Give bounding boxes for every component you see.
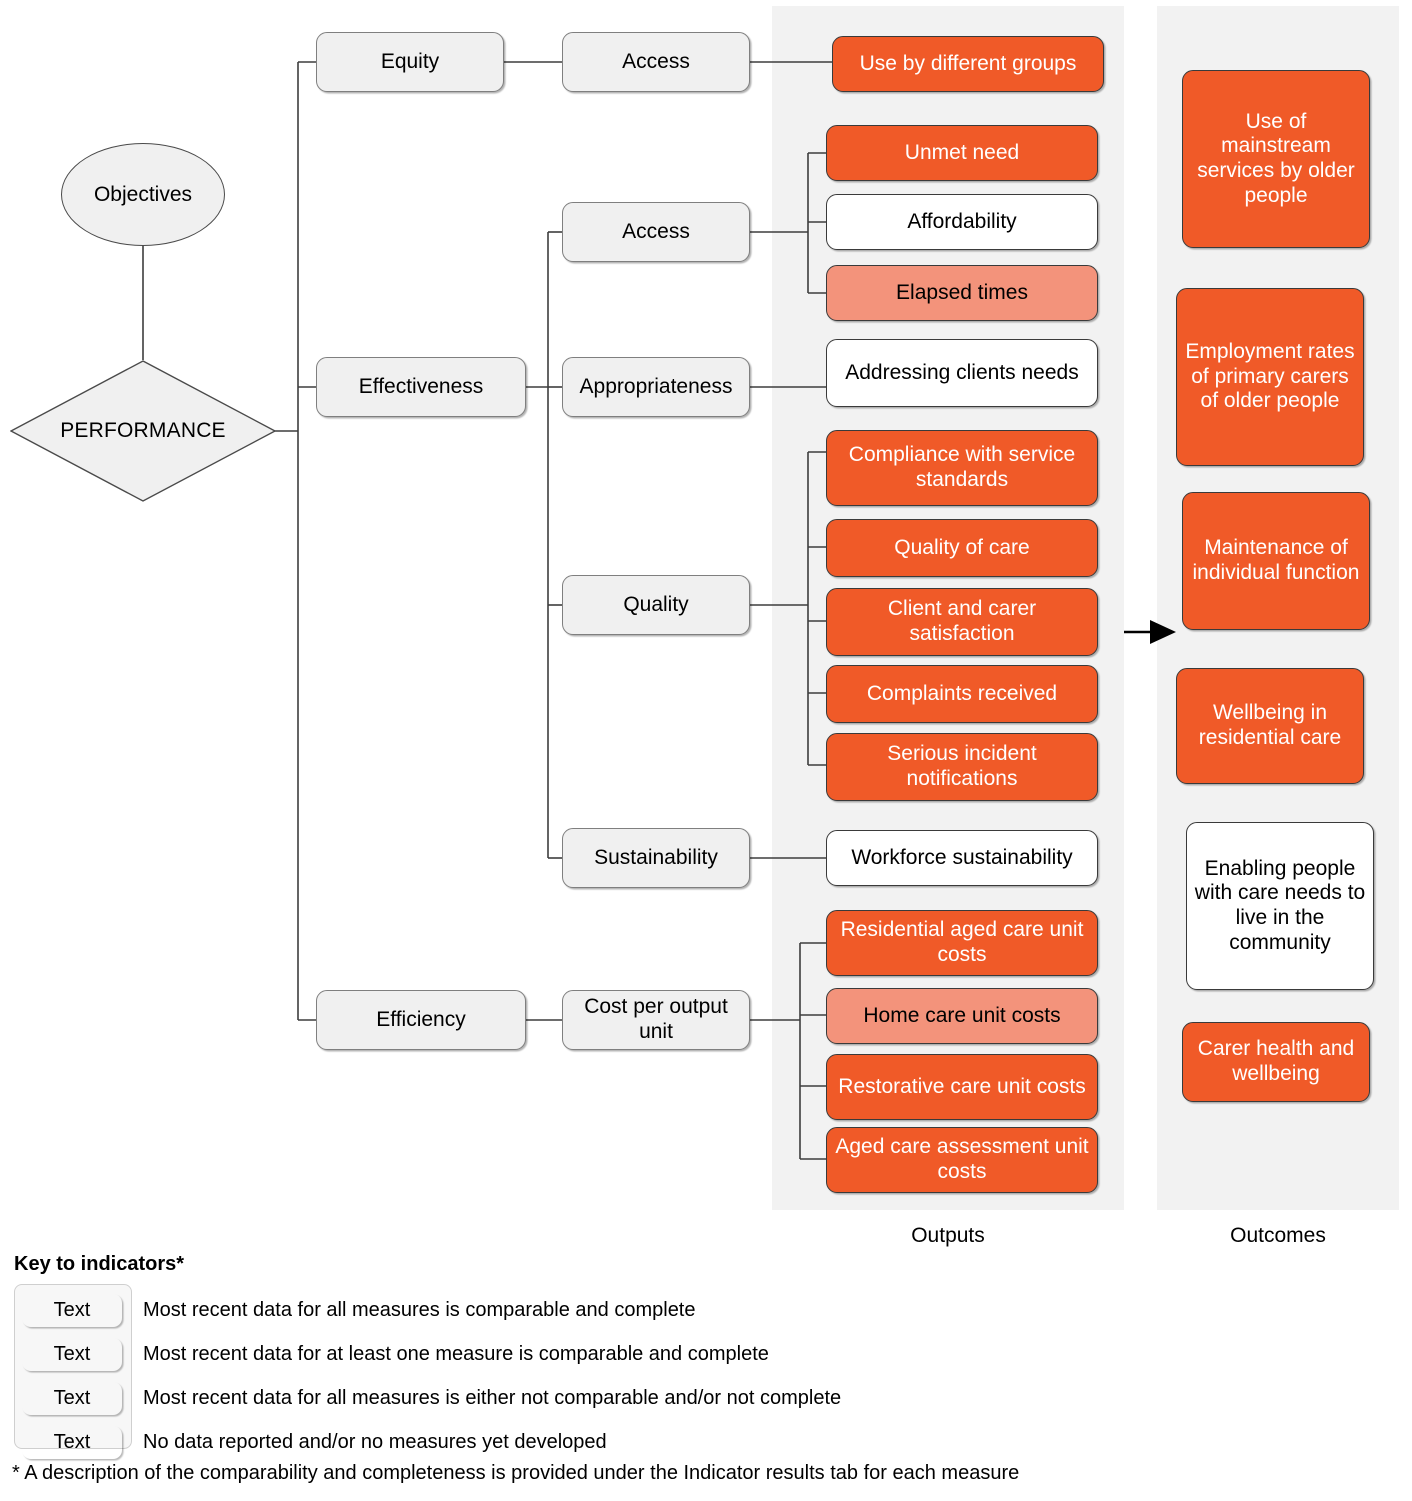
outcome-label: Use of mainstream services by older peop… bbox=[1197, 109, 1355, 207]
legend-swatch-incomplete: Text bbox=[22, 1382, 122, 1415]
legend-swatch-text: Text bbox=[53, 1299, 91, 1321]
output-label: Elapsed times bbox=[896, 280, 1028, 304]
output-label: Serious incident notifications bbox=[887, 742, 1037, 790]
output-elapsed-times[interactable]: Elapsed times bbox=[826, 265, 1098, 321]
node-sustainability-label: Sustainability bbox=[594, 845, 718, 869]
outputs-band-label: Outputs bbox=[911, 1224, 985, 1247]
objectives-label: Objectives bbox=[93, 182, 193, 206]
legend-text-complete: Most recent data for all measures is com… bbox=[143, 1299, 696, 1321]
output-label: Unmet need bbox=[904, 140, 1020, 164]
outcome-label: Enabling people with care needs to live … bbox=[1194, 856, 1366, 954]
node-efficiency[interactable]: Efficiency bbox=[316, 990, 526, 1050]
legend-swatch-text: Text bbox=[53, 1431, 91, 1453]
legend-swatch-partial: Text bbox=[22, 1338, 122, 1371]
legend-swatch-text: Text bbox=[53, 1387, 91, 1409]
output-use-by-different-groups[interactable]: Use by different groups bbox=[832, 36, 1104, 92]
output-complaints-received[interactable]: Complaints received bbox=[826, 665, 1098, 723]
output-quality-of-care[interactable]: Quality of care bbox=[826, 519, 1098, 577]
output-label: Workforce sustainability bbox=[851, 845, 1073, 869]
output-label: Quality of care bbox=[894, 535, 1030, 559]
outcome-maintenance-of-individual-function[interactable]: Maintenance of individual function bbox=[1182, 492, 1370, 630]
output-label: Addressing clients needs bbox=[845, 360, 1079, 384]
output-workforce-sustainability[interactable]: Workforce sustainability bbox=[826, 830, 1098, 886]
legend-title: Key to indicators* bbox=[14, 1253, 185, 1275]
output-unmet-need[interactable]: Unmet need bbox=[826, 125, 1098, 181]
outcome-label: Employment rates of primary carers of ol… bbox=[1185, 340, 1355, 413]
legend-swatch-nodata: Text bbox=[22, 1426, 122, 1459]
performance-framework-diagram: Objectives PERFORMANCE Equity Effectiven… bbox=[0, 0, 1412, 1501]
node-appropriateness-label: Appropriateness bbox=[579, 374, 733, 398]
node-effectiveness-access[interactable]: Access bbox=[562, 202, 750, 262]
node-equity-access[interactable]: Access bbox=[562, 32, 750, 92]
output-restorative-care-unit-costs[interactable]: Restorative care unit costs bbox=[826, 1054, 1098, 1120]
node-appropriateness[interactable]: Appropriateness bbox=[562, 357, 750, 417]
legend-text-partial: Most recent data for at least one measur… bbox=[143, 1343, 769, 1365]
outcome-wellbeing-in-residential-care[interactable]: Wellbeing in residential care bbox=[1176, 668, 1364, 784]
output-label: Restorative care unit costs bbox=[838, 1074, 1086, 1098]
outcome-carer-health-and-wellbeing[interactable]: Carer health and wellbeing bbox=[1182, 1022, 1370, 1102]
output-label: Complaints received bbox=[866, 681, 1058, 705]
outcome-enabling-people-with-care-needs[interactable]: Enabling people with care needs to live … bbox=[1186, 822, 1374, 990]
node-cost-per-output-unit[interactable]: Cost per output unit bbox=[562, 990, 750, 1050]
outcome-label: Maintenance of individual function bbox=[1192, 536, 1360, 584]
output-addressing-clients-needs[interactable]: Addressing clients needs bbox=[826, 339, 1098, 407]
output-label: Residential aged care unit costs bbox=[840, 918, 1084, 966]
node-effectiveness-access-label: Access bbox=[622, 219, 690, 243]
node-effectiveness[interactable]: Effectiveness bbox=[316, 357, 526, 417]
output-affordability[interactable]: Affordability bbox=[826, 194, 1098, 250]
outcome-employment-rates-of-primary-carers[interactable]: Employment rates of primary carers of ol… bbox=[1176, 288, 1364, 466]
output-client-and-carer-satisfaction[interactable]: Client and carer satisfaction bbox=[826, 588, 1098, 656]
output-aged-care-assessment-unit-costs[interactable]: Aged care assessment unit costs bbox=[826, 1127, 1098, 1193]
node-quality-label: Quality bbox=[623, 592, 689, 616]
output-serious-incident-notifications[interactable]: Serious incident notifications bbox=[826, 733, 1098, 801]
node-quality[interactable]: Quality bbox=[562, 575, 750, 635]
node-equity[interactable]: Equity bbox=[316, 32, 504, 92]
node-cost-per-output-unit-label: Cost per output unit bbox=[584, 995, 728, 1043]
outcomes-band-label: Outcomes bbox=[1230, 1224, 1326, 1247]
node-sustainability[interactable]: Sustainability bbox=[562, 828, 750, 888]
legend-text-nodata: No data reported and/or no measures yet … bbox=[143, 1431, 607, 1453]
output-label: Use by different groups bbox=[859, 51, 1077, 75]
legend-swatch-complete: Text bbox=[22, 1294, 122, 1327]
legend-swatch-text: Text bbox=[53, 1343, 91, 1365]
legend-footnote: * A description of the comparability and… bbox=[12, 1462, 1020, 1484]
output-label: Affordability bbox=[907, 209, 1017, 233]
performance-label: PERFORMANCE bbox=[60, 419, 226, 442]
node-effectiveness-label: Effectiveness bbox=[358, 374, 484, 398]
output-label: Home care unit costs bbox=[863, 1003, 1061, 1027]
output-label: Client and carer satisfaction bbox=[887, 597, 1037, 645]
node-equity-label: Equity bbox=[380, 49, 440, 73]
performance-node: PERFORMANCE bbox=[10, 360, 276, 502]
output-residential-aged-care-unit-costs[interactable]: Residential aged care unit costs bbox=[826, 910, 1098, 976]
node-efficiency-label: Efficiency bbox=[376, 1007, 466, 1031]
legend-text-incomplete: Most recent data for all measures is eit… bbox=[143, 1387, 842, 1409]
output-label: Compliance with service standards bbox=[848, 443, 1076, 491]
output-home-care-unit-costs[interactable]: Home care unit costs bbox=[826, 988, 1098, 1044]
outcome-use-of-mainstream-services[interactable]: Use of mainstream services by older peop… bbox=[1182, 70, 1370, 248]
outcome-label: Wellbeing in residential care bbox=[1198, 701, 1342, 749]
output-compliance-with-service-standards[interactable]: Compliance with service standards bbox=[826, 430, 1098, 506]
output-label: Aged care assessment unit costs bbox=[835, 1135, 1089, 1183]
node-equity-access-label: Access bbox=[622, 49, 690, 73]
objectives-node: Objectives bbox=[61, 143, 225, 246]
outcome-label: Carer health and wellbeing bbox=[1197, 1037, 1355, 1085]
